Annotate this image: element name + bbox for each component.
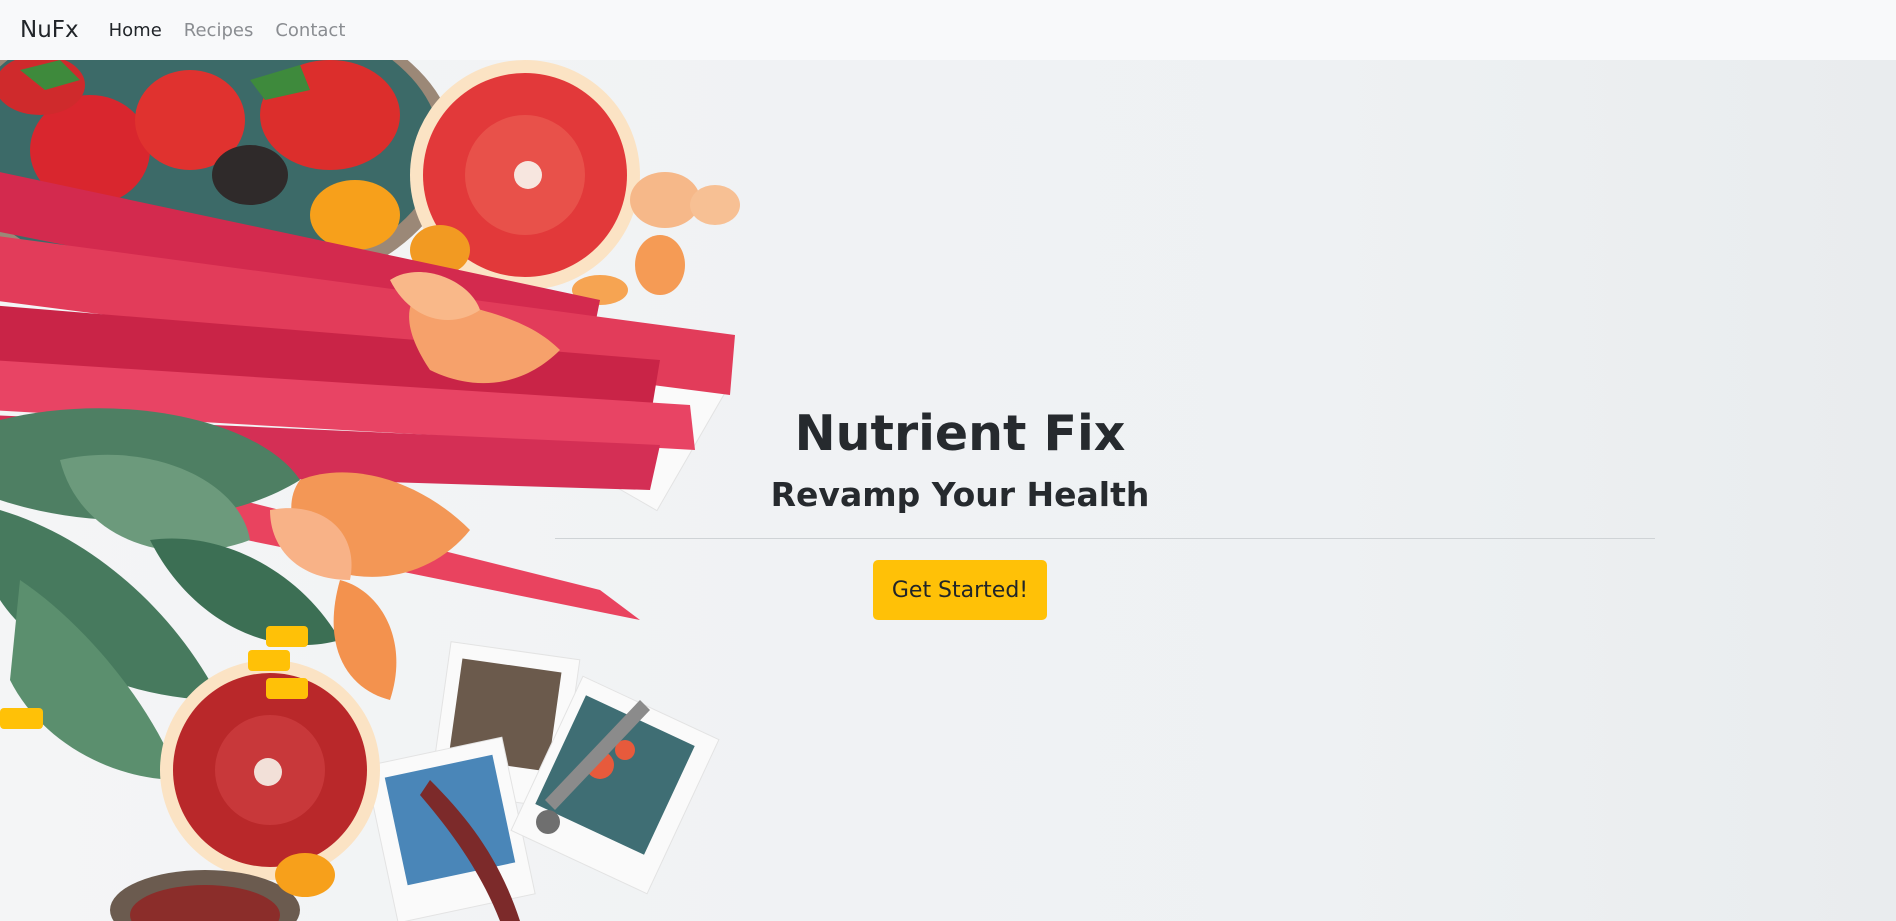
hero-subtitle: Revamp Your Health <box>770 475 1150 514</box>
hero-section: Nutrient Fix Revamp Your Health Get Star… <box>0 60 1896 921</box>
hero-title: Nutrient Fix <box>794 405 1126 462</box>
nav-link-contact[interactable]: Contact <box>275 20 345 41</box>
brand-logo-link[interactable]: NuFx <box>20 17 79 43</box>
get-started-button[interactable]: Get Started! <box>873 560 1047 620</box>
hero-content: Nutrient Fix Revamp Your Health Get Star… <box>0 60 1896 921</box>
hero-divider <box>555 538 1655 539</box>
nav-link-recipes[interactable]: Recipes <box>184 20 254 41</box>
top-navbar: NuFx Home Recipes Contact <box>0 0 1896 60</box>
nav-link-home[interactable]: Home <box>109 20 162 41</box>
